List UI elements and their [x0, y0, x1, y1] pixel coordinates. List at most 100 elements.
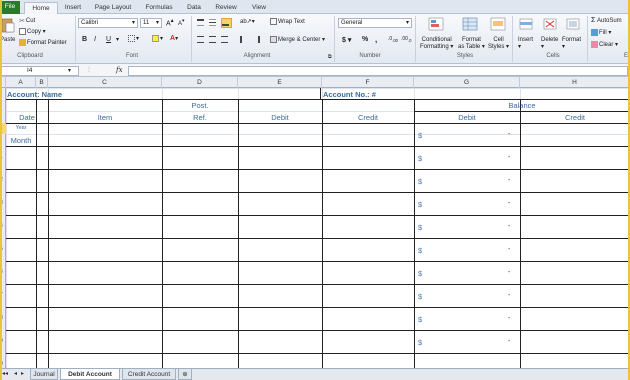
- decrease-indent-button[interactable]: [240, 36, 248, 43]
- border-line: [6, 353, 630, 355]
- fill-button[interactable]: Fill ▾: [591, 29, 611, 36]
- first-sheet-icon[interactable]: ◂◂: [2, 370, 8, 377]
- shrink-font-button[interactable]: A▾: [178, 18, 185, 27]
- autosum-button[interactable]: Σ AutoSum: [591, 17, 622, 24]
- copy-button[interactable]: Copy ▾: [19, 28, 46, 35]
- column-header-g[interactable]: G: [414, 77, 520, 88]
- column-header-d[interactable]: D: [162, 77, 238, 88]
- tab-review[interactable]: Review: [210, 2, 242, 14]
- format-as-table-button[interactable]: Format as Table ▾: [458, 37, 485, 51]
- tab-insert[interactable]: Insert: [60, 2, 86, 14]
- formula-input[interactable]: [128, 66, 628, 76]
- clear-button[interactable]: Clear ▾: [591, 41, 618, 48]
- worksheet-grid[interactable]: 1234567890 Account: Name Account No.: # …: [0, 88, 630, 368]
- merge-center-button[interactable]: Merge & Center ▾: [270, 36, 325, 43]
- align-right-button[interactable]: [221, 36, 229, 43]
- cell-styles-button[interactable]: Cell Styles ▾: [488, 37, 509, 51]
- borders-button[interactable]: ▾: [128, 35, 139, 42]
- date-header[interactable]: Date: [6, 113, 48, 122]
- format-button[interactable]: Format ▾: [562, 37, 581, 50]
- paste-button[interactable]: Paste: [0, 37, 15, 43]
- sheet-tab-credit-account[interactable]: Credit Account: [122, 369, 176, 380]
- paste-icon[interactable]: [1, 17, 17, 33]
- next-sheet-icon[interactable]: ▸: [21, 370, 24, 377]
- border-line: [320, 88, 322, 99]
- tab-home[interactable]: Home: [24, 2, 58, 14]
- increase-indent-button[interactable]: [253, 36, 261, 43]
- format-as-table-icon[interactable]: [462, 17, 478, 31]
- font-color-icon: A: [170, 35, 176, 42]
- align-center-button[interactable]: [209, 36, 217, 43]
- insert-function-button[interactable]: fx: [116, 66, 123, 74]
- insert-button[interactable]: Insert ▾: [518, 37, 533, 50]
- fill-color-button[interactable]: ▾: [152, 35, 163, 42]
- border-line: [520, 99, 522, 368]
- delete-cells-icon[interactable]: [542, 17, 558, 31]
- increase-decimal-button[interactable]: .0.00: [388, 36, 398, 43]
- column-header-b[interactable]: B: [36, 77, 48, 88]
- cut-button[interactable]: ✂Cut: [19, 17, 35, 25]
- format-painter-button[interactable]: Format Painter: [19, 39, 67, 46]
- balance-header[interactable]: Balance: [414, 101, 630, 110]
- balance-empty-value: -: [508, 315, 511, 322]
- underline-button[interactable]: U: [106, 36, 111, 43]
- prev-sheet-icon[interactable]: ◂: [14, 370, 17, 377]
- post-header[interactable]: Post.: [162, 101, 238, 110]
- column-header-f[interactable]: F: [322, 77, 414, 88]
- format-cells-icon[interactable]: [565, 17, 581, 31]
- wrap-text-button[interactable]: Wrap Text: [270, 18, 305, 25]
- new-sheet-button[interactable]: ⊕: [178, 369, 192, 380]
- sheet-tab-journal[interactable]: Journal: [30, 369, 58, 380]
- align-left-button[interactable]: [197, 36, 205, 43]
- border-line: [6, 169, 630, 171]
- year-label[interactable]: Year: [6, 125, 36, 131]
- balance-credit-header[interactable]: Credit: [520, 113, 630, 122]
- balance-empty-value: -: [508, 154, 511, 161]
- conditional-formatting-button[interactable]: Conditional Formatting ▾: [420, 37, 453, 51]
- currency-button[interactable]: $ ▾: [342, 36, 351, 44]
- month-label[interactable]: Month: [6, 136, 36, 145]
- font-color-button[interactable]: A▾: [170, 35, 178, 42]
- align-top-button[interactable]: [197, 19, 205, 26]
- account-number-label[interactable]: Account No.: #: [323, 90, 376, 99]
- alignment-dialog-launcher[interactable]: ⧉: [328, 54, 332, 60]
- cell-styles-icon[interactable]: [490, 17, 506, 31]
- item-header[interactable]: Item: [48, 113, 162, 122]
- delete-button[interactable]: Delete ▾: [541, 37, 558, 50]
- bold-button[interactable]: B: [82, 36, 87, 43]
- percent-button[interactable]: %: [362, 36, 368, 43]
- tab-formulas[interactable]: Formulas: [140, 2, 178, 14]
- align-middle-button[interactable]: [209, 19, 217, 26]
- balance-debit-header[interactable]: Debit: [414, 113, 520, 122]
- insert-cells-icon[interactable]: [518, 17, 534, 31]
- credit-header[interactable]: Credit: [322, 113, 414, 122]
- account-name-label[interactable]: Account: Name: [7, 90, 62, 99]
- comma-button[interactable]: ,: [375, 35, 377, 44]
- font-name-select[interactable]: Calibri ▾: [78, 18, 138, 28]
- align-bottom-button[interactable]: [221, 18, 232, 28]
- format-as-table-label: Format: [461, 37, 481, 43]
- tab-file[interactable]: File: [0, 1, 20, 14]
- chevron-down-icon: ▾: [405, 20, 409, 26]
- border-line: [36, 99, 38, 368]
- font-group-label: Font: [125, 53, 138, 59]
- number-format-select[interactable]: General ▾: [338, 18, 412, 28]
- sheet-tab-debit-account[interactable]: Debit Account: [60, 369, 120, 380]
- decrease-decimal-button[interactable]: .00.0: [401, 36, 411, 43]
- grow-font-button[interactable]: A▴: [166, 18, 174, 27]
- conditional-formatting-icon[interactable]: [428, 17, 444, 31]
- ref-header[interactable]: Ref.: [162, 113, 238, 122]
- column-header-c[interactable]: C: [48, 77, 162, 88]
- orientation-button[interactable]: ab↗▾: [240, 18, 255, 25]
- tab-data[interactable]: Data: [182, 2, 206, 14]
- tab-page-layout[interactable]: Page Layout: [90, 2, 136, 14]
- column-header-a[interactable]: A: [6, 77, 36, 88]
- chevron-down-icon[interactable]: ▾: [68, 67, 71, 74]
- italic-button[interactable]: I: [94, 36, 96, 43]
- tab-view[interactable]: View: [246, 2, 272, 14]
- column-header-h[interactable]: H: [520, 77, 630, 88]
- underline-dropdown[interactable]: ▾: [116, 36, 119, 43]
- column-header-e[interactable]: E: [238, 77, 322, 88]
- font-size-select[interactable]: 11 ▾: [140, 18, 162, 28]
- debit-header[interactable]: Debit: [238, 113, 322, 122]
